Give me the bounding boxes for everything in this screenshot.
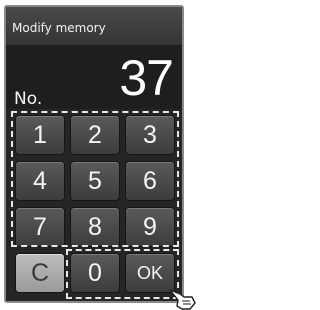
- key-5[interactable]: 5: [70, 161, 120, 201]
- numeric-keypad: 1 2 3 4 5 6 7 8 9 C 0 OK: [6, 109, 182, 301]
- key-2[interactable]: 2: [70, 115, 120, 155]
- screen-title: Modify memory: [6, 7, 182, 45]
- device-screen: Modify memory No. 37 1 2 3 4 5 6 7 8 9 C…: [4, 5, 184, 303]
- hand-pointer-icon: [169, 289, 196, 310]
- key-1[interactable]: 1: [15, 115, 65, 155]
- ok-button[interactable]: OK: [125, 253, 175, 293]
- memory-number-label: No.: [14, 89, 43, 109]
- key-3[interactable]: 3: [125, 115, 175, 155]
- memory-number-value: 37: [119, 50, 174, 106]
- key-9[interactable]: 9: [125, 207, 175, 247]
- key-8[interactable]: 8: [70, 207, 120, 247]
- key-0[interactable]: 0: [70, 253, 120, 293]
- key-6[interactable]: 6: [125, 161, 175, 201]
- key-7[interactable]: 7: [15, 207, 65, 247]
- memory-readout: No. 37: [6, 45, 182, 109]
- clear-button[interactable]: C: [15, 253, 65, 293]
- key-4[interactable]: 4: [15, 161, 65, 201]
